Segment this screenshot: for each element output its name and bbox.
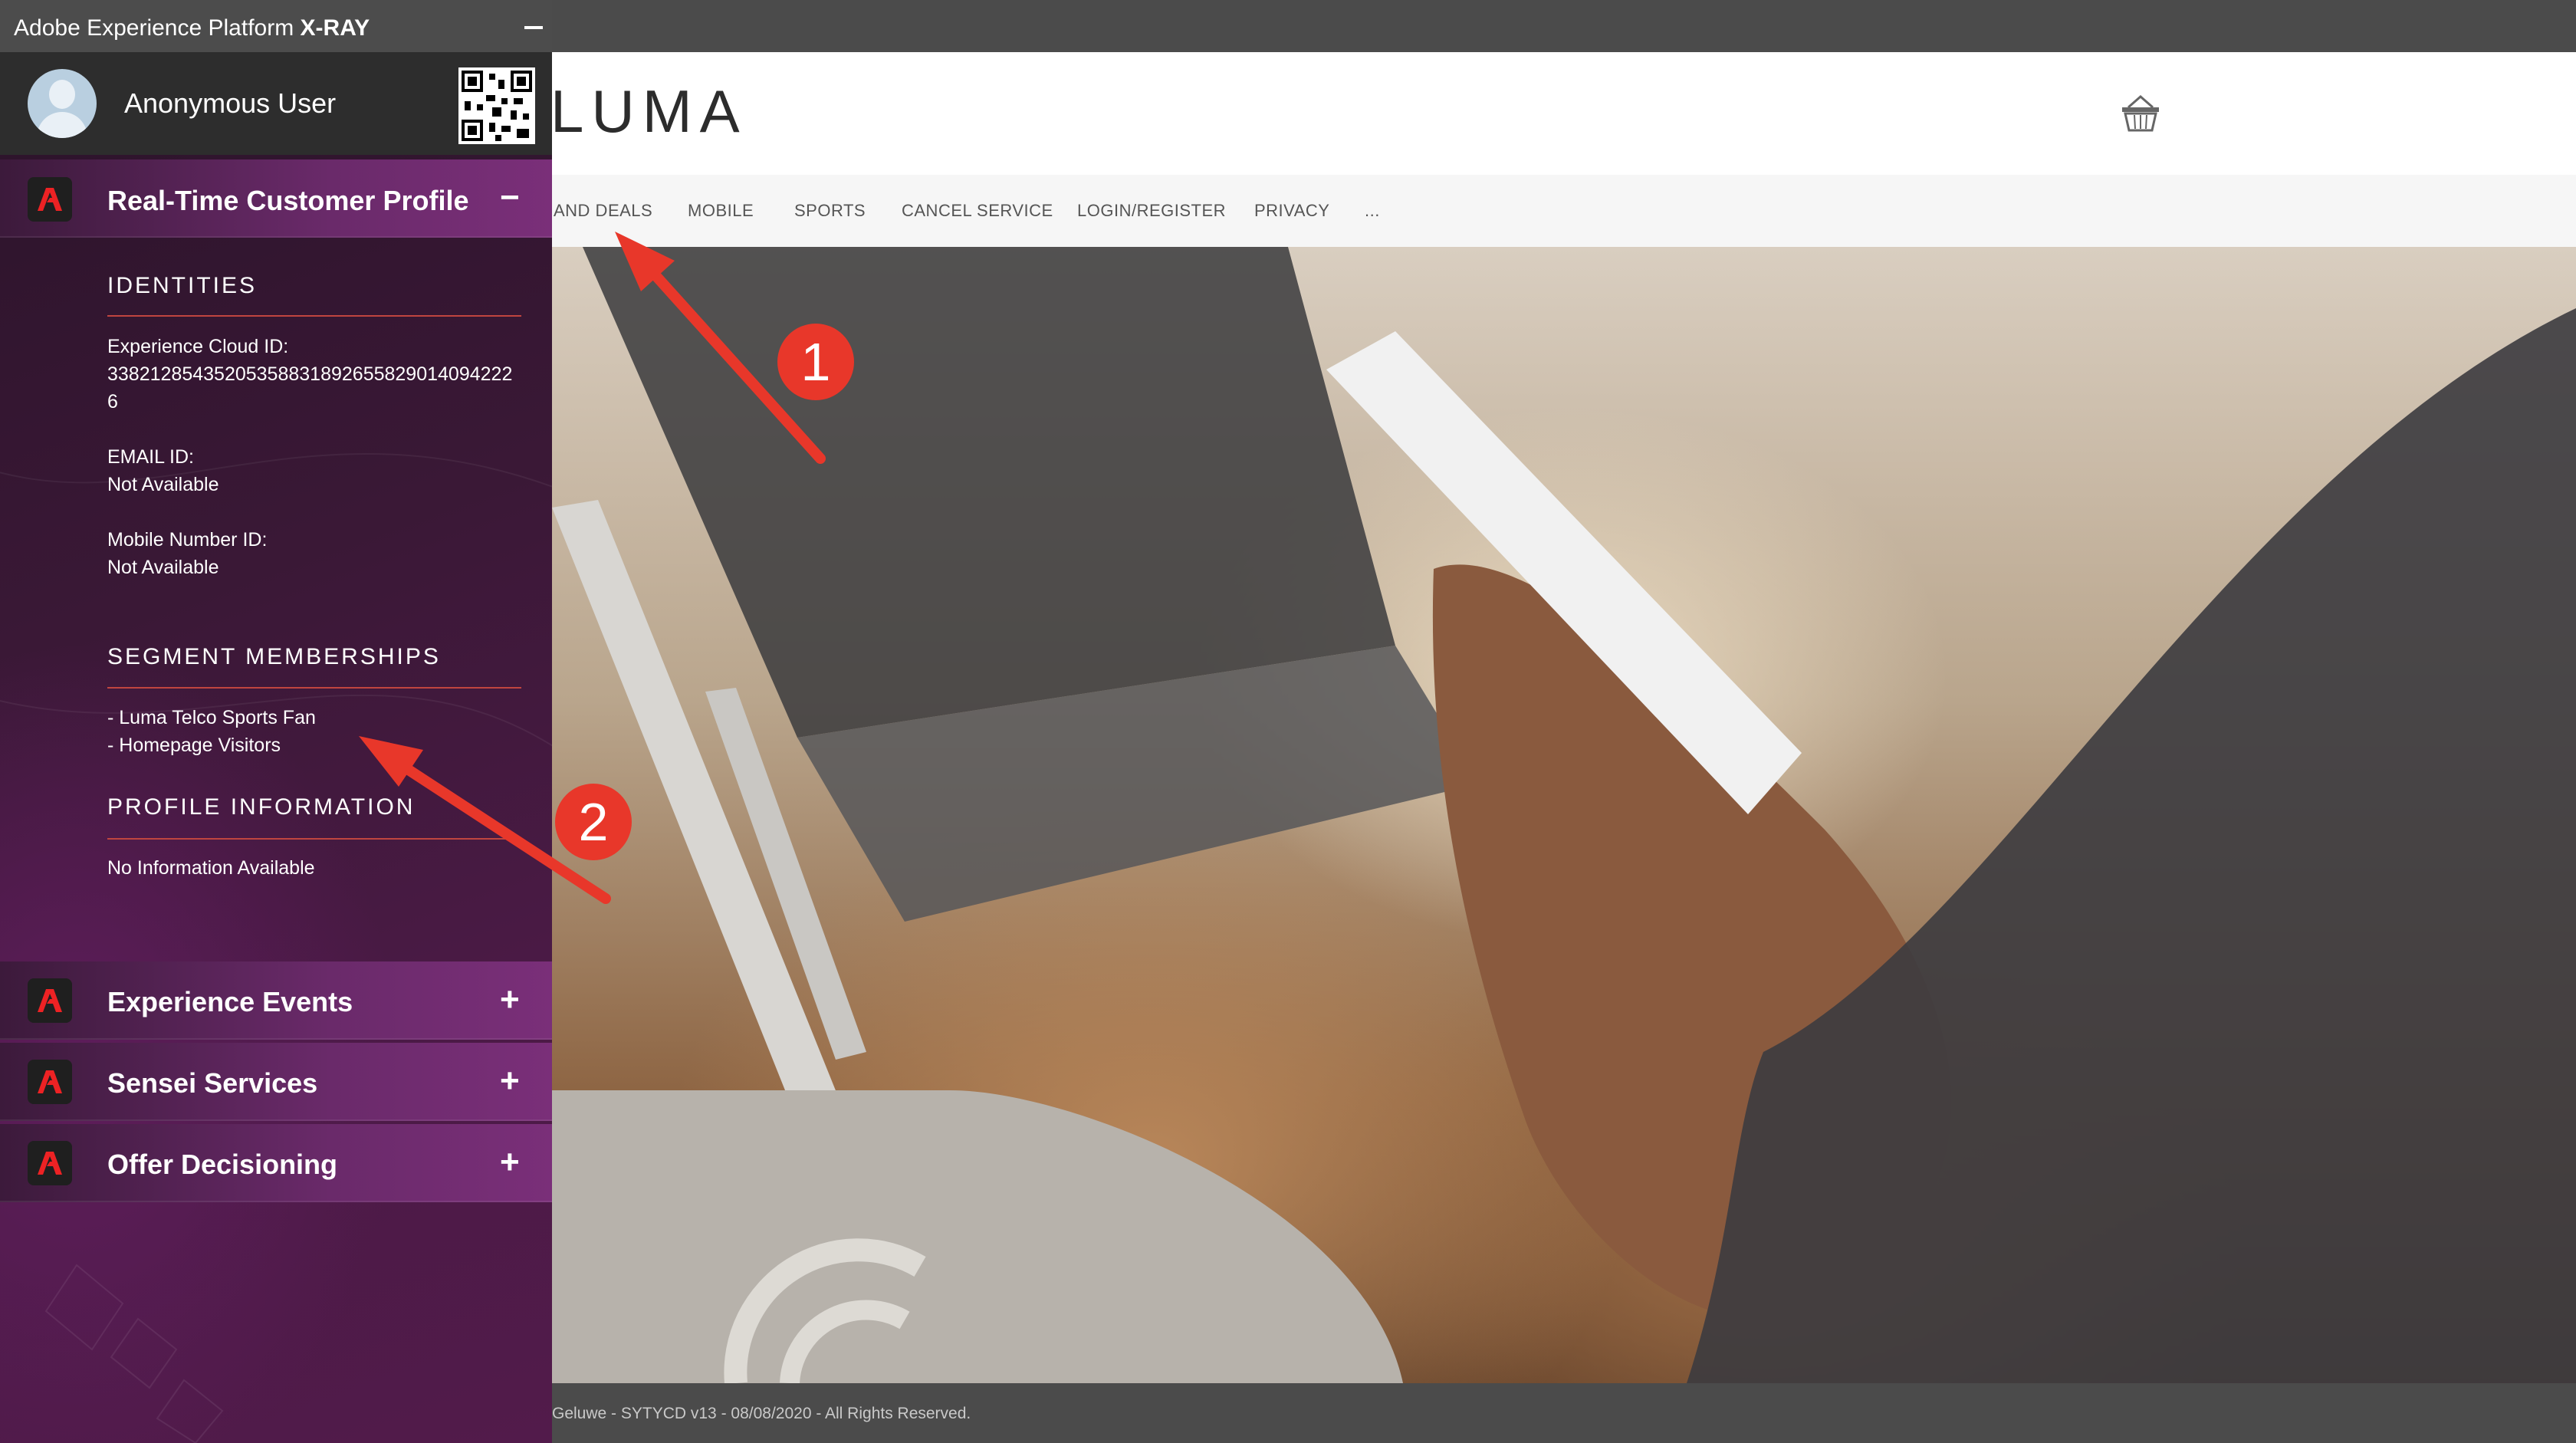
annotation-marker-2: 2 xyxy=(555,784,632,860)
annotation-arrows xyxy=(359,232,826,904)
annotation-marker-1: 1 xyxy=(777,324,854,400)
